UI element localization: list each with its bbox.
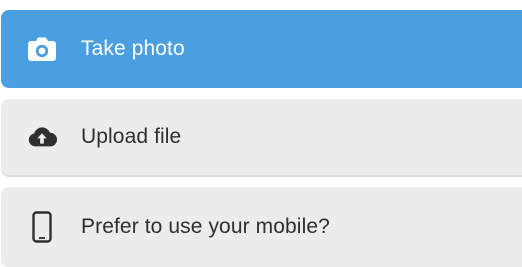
mobile-phone-icon [27, 211, 57, 243]
camera-icon [27, 34, 57, 64]
upload-file-label: Upload file [81, 125, 182, 148]
use-mobile-button[interactable]: Prefer to use your mobile? [1, 187, 522, 267]
cloud-upload-icon [27, 122, 57, 152]
use-mobile-label: Prefer to use your mobile? [81, 215, 330, 238]
capture-options: Take photo Upload file Prefer to use you… [0, 0, 522, 267]
take-photo-label: Take photo [81, 37, 185, 60]
take-photo-button[interactable]: Take photo [1, 10, 522, 88]
upload-file-button[interactable]: Upload file [1, 99, 522, 177]
